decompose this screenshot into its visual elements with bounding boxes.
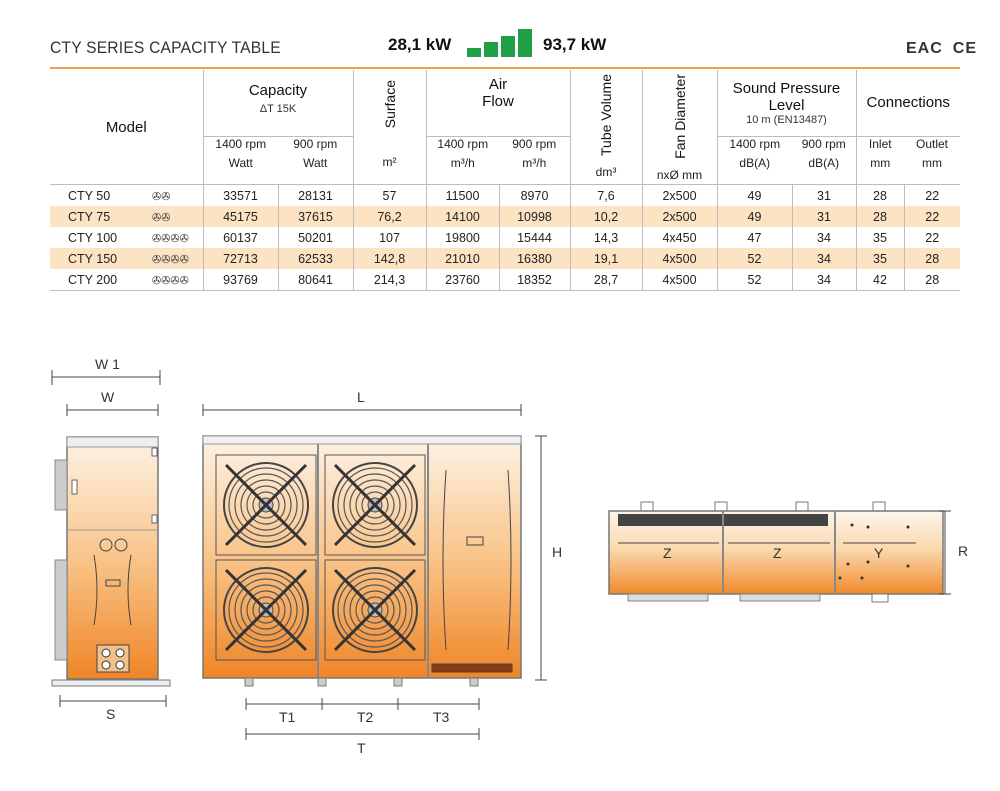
dim-t1-label: T1 [279,709,296,725]
technical-drawings [51,370,951,740]
dim-t3-label: T3 [433,709,450,725]
dim-r-label: R [958,543,969,559]
dim-h-label: H [552,544,563,560]
dim-t2-label: T2 [357,709,374,725]
side-view-drawing [51,370,171,707]
dim-t-label: T [357,740,366,756]
dim-s-label: S [106,706,116,722]
front-view-drawing [202,404,547,740]
dim-w1-label: W 1 [95,356,120,372]
dim-z1-label: Z [663,545,672,561]
dim-w-label: W [101,389,115,405]
dim-l-label: L [357,389,365,405]
dim-z2-label: Z [773,545,782,561]
dim-y-label: Y [874,545,884,561]
